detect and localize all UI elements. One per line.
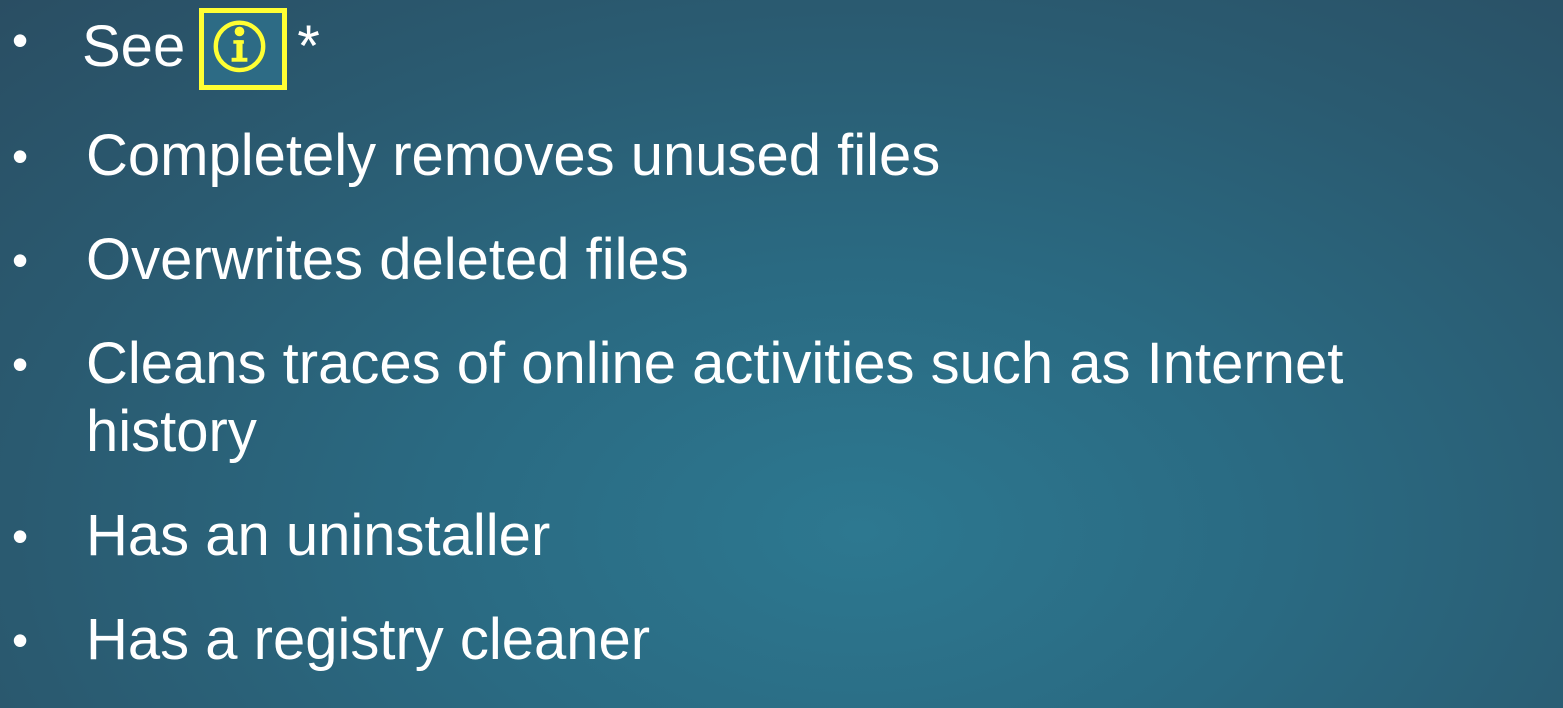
list-item-text: Has an uninstaller [86, 503, 551, 568]
bullet-point: • [11, 234, 29, 286]
bullet-point: • [11, 510, 29, 562]
list-item-text: Cleans traces of online activities such … [86, 331, 1344, 396]
bullet-point: • [11, 130, 29, 182]
asterisk-mark: * [297, 14, 320, 79]
bullet-point: • [11, 14, 29, 66]
list-item-text: Completely removes unused files [86, 123, 941, 188]
list-item-text: See * [82, 6, 320, 90]
info-icon[interactable] [199, 8, 288, 90]
bullet-point: • [11, 614, 29, 666]
list-item-text: Overwrites deleted files [86, 227, 689, 292]
list-item-text: Has a registry cleaner [86, 607, 651, 672]
see-label: See [82, 14, 186, 79]
bullet-point: • [11, 338, 29, 390]
slide: • See * • Completely removes unused file… [0, 0, 1563, 708]
list-item-text: history [86, 399, 257, 464]
